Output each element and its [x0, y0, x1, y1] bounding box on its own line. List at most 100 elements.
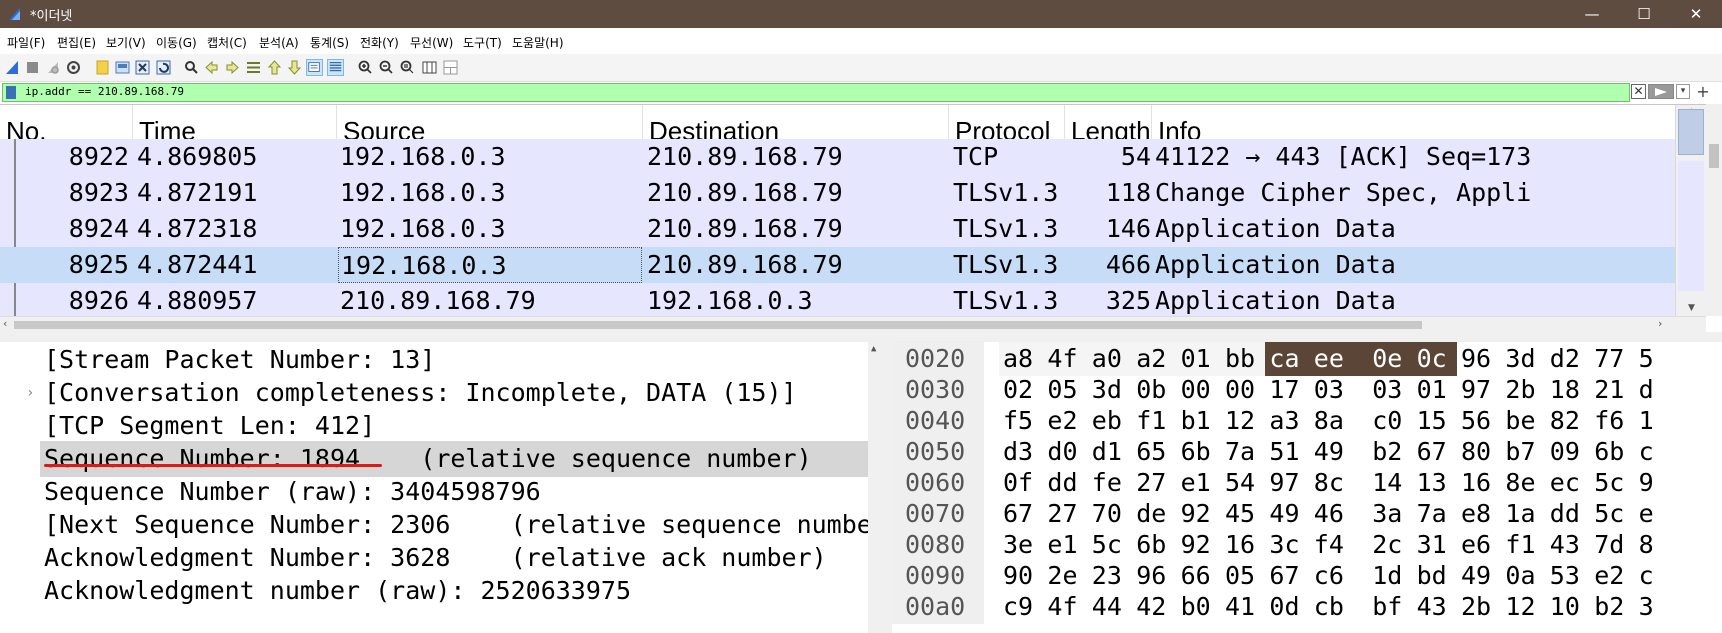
hex-row[interactable]: 0020 a8 4f a0 a2 01 bb ca ee 0e 0c 96 3d d2 77 5: [892, 342, 1722, 376]
packet-row-selected[interactable]: 8925 4.872441 192.168.0.3 210.89.168.79 …: [0, 247, 1675, 283]
menu-analyze[interactable]: 분석(A): [259, 34, 299, 51]
scrollbar-thumb[interactable]: [1678, 109, 1704, 155]
menu-help[interactable]: 도움말(H): [512, 34, 564, 51]
hex-byte[interactable]: 03: [1368, 373, 1412, 407]
hex-byte[interactable]: c: [1635, 435, 1679, 469]
hex-byte[interactable]: 92: [1177, 497, 1221, 531]
hex-byte[interactable]: dd: [1043, 466, 1087, 500]
display-filter-input[interactable]: ip.addr == 210.89.168.79: [2, 83, 1630, 102]
hex-byte[interactable]: 53: [1546, 559, 1590, 593]
hex-byte[interactable]: e6: [1457, 528, 1501, 562]
menu-edit[interactable]: 편집(E): [57, 34, 96, 51]
stop-icon[interactable]: [24, 59, 41, 76]
hex-byte[interactable]: 6b: [1177, 435, 1221, 469]
packet-row[interactable]: 8923 4.872191 192.168.0.3 210.89.168.79 …: [0, 175, 1675, 211]
hex-byte[interactable]: e: [1635, 497, 1679, 531]
detail-item[interactable]: Sequence Number (raw): 3404598796: [0, 474, 868, 510]
go-last-icon[interactable]: [286, 59, 303, 76]
hex-byte[interactable]: 0e: [1368, 342, 1413, 376]
hex-byte[interactable]: 7a: [1413, 497, 1457, 531]
hex-byte[interactable]: 66: [1177, 559, 1221, 593]
hex-byte[interactable]: d2: [1546, 342, 1590, 376]
hex-byte[interactable]: ca: [1265, 342, 1310, 376]
zoom-normal-icon[interactable]: [399, 59, 416, 76]
filter-history-chevron-down-icon[interactable]: ▾: [1676, 84, 1690, 99]
capture-options-icon[interactable]: [65, 59, 82, 76]
display-filter-text[interactable]: ip.addr == 210.89.168.79: [25, 85, 184, 98]
detail-item[interactable]: Acknowledgment number (raw): 2520633975: [0, 573, 868, 609]
hex-byte[interactable]: b0: [1177, 590, 1221, 624]
hex-byte[interactable]: bd: [1413, 559, 1457, 593]
pane-splitter[interactable]: [0, 332, 1722, 342]
hex-byte[interactable]: 01: [1176, 342, 1221, 376]
detail-item[interactable]: [TCP Segment Len: 412]: [0, 408, 868, 444]
hex-byte[interactable]: fe: [1088, 466, 1132, 500]
hex-byte[interactable]: 03: [1310, 373, 1354, 407]
hex-byte[interactable]: 05: [1221, 559, 1265, 593]
detail-item[interactable]: [Next Sequence Number: 2306 (relative se…: [0, 507, 868, 543]
hex-byte[interactable]: 3: [1635, 590, 1679, 624]
hex-byte[interactable]: 67: [1265, 559, 1309, 593]
hex-byte[interactable]: 96: [1457, 342, 1501, 376]
hex-byte[interactable]: bb: [1221, 342, 1266, 376]
hex-byte[interactable]: 97: [1457, 373, 1501, 407]
hex-byte[interactable]: 43: [1546, 528, 1590, 562]
hex-byte[interactable]: 00: [1221, 373, 1265, 407]
bookmark-icon[interactable]: [6, 86, 16, 99]
zoom-in-icon[interactable]: [357, 59, 374, 76]
packet-row[interactable]: 8926 4.880957 210.89.168.79 192.168.0.3 …: [0, 283, 1675, 316]
hex-byte[interactable]: 0f: [999, 466, 1043, 500]
hex-byte[interactable]: 01: [1413, 373, 1457, 407]
hex-byte[interactable]: 43: [1413, 590, 1457, 624]
hex-byte[interactable]: 49: [1457, 559, 1501, 593]
hex-byte[interactable]: 77: [1590, 342, 1634, 376]
hex-byte[interactable]: 31: [1413, 528, 1457, 562]
details-vertical-scrollbar[interactable]: ▲: [868, 342, 884, 633]
menu-view[interactable]: 보기(V): [106, 34, 146, 51]
minimize-button[interactable]: —: [1569, 0, 1615, 28]
hex-byte[interactable]: 56: [1457, 404, 1501, 438]
scrollbar-thumb[interactable]: [1709, 144, 1719, 168]
hex-byte[interactable]: 41: [1221, 590, 1265, 624]
hex-byte[interactable]: 12: [1221, 404, 1265, 438]
menu-tools[interactable]: 도구(T): [463, 34, 502, 51]
detail-item[interactable]: › [Conversation completeness: Incomplete…: [0, 375, 868, 411]
hex-byte[interactable]: 96: [1132, 559, 1176, 593]
hex-byte[interactable]: 23: [1088, 559, 1132, 593]
hex-byte[interactable]: 15: [1413, 404, 1457, 438]
hex-byte[interactable]: 3d: [1501, 342, 1545, 376]
close-file-icon[interactable]: [134, 59, 151, 76]
menu-file[interactable]: 파일(F): [7, 34, 45, 51]
hex-byte[interactable]: e1: [1043, 528, 1087, 562]
hex-byte[interactable]: 0c: [1412, 342, 1457, 376]
hex-byte[interactable]: 92: [1177, 528, 1221, 562]
hex-byte[interactable]: 49: [1310, 435, 1354, 469]
menu-statistics[interactable]: 통계(S): [310, 34, 349, 51]
hex-byte[interactable]: 6b: [1132, 528, 1176, 562]
hex-byte[interactable]: a8: [999, 342, 1044, 376]
menu-go[interactable]: 이동(G): [156, 34, 197, 51]
hex-byte[interactable]: 4f: [1043, 590, 1087, 624]
find-icon[interactable]: [183, 59, 200, 76]
add-filter-button[interactable]: +: [1693, 82, 1713, 102]
hex-row[interactable]: 0050 d3 d0 d1 65 6b 7a 51 49 b2 67 80 b7 09 6b c: [892, 435, 1722, 469]
hex-byte[interactable]: 27: [1132, 466, 1176, 500]
hex-byte[interactable]: de: [1132, 497, 1176, 531]
hex-byte[interactable]: 97: [1265, 466, 1309, 500]
hex-byte[interactable]: 1a: [1501, 497, 1545, 531]
hex-byte[interactable]: 8a: [1310, 404, 1354, 438]
hex-byte[interactable]: 0a: [1501, 559, 1545, 593]
menu-telephony[interactable]: 전화(Y): [360, 34, 399, 51]
scroll-down-icon[interactable]: ▼: [1688, 303, 1695, 313]
chevron-right-icon[interactable]: ›: [26, 375, 34, 411]
restart-icon[interactable]: [45, 59, 62, 76]
clear-filter-icon[interactable]: ✕: [1631, 84, 1646, 99]
hex-byte[interactable]: 0d: [1265, 590, 1309, 624]
scrollbar-thumb[interactable]: [14, 321, 1422, 329]
hex-byte[interactable]: d: [1635, 373, 1679, 407]
hex-byte[interactable]: e2: [1043, 404, 1087, 438]
detail-item-selected[interactable]: Sequence Number: 1894 (relative sequence…: [40, 441, 868, 477]
hex-row[interactable]: 0080 3e e1 5c 6b 92 16 3c f4 2c 31 e6 f1 43 7d 8: [892, 528, 1722, 562]
reload-icon[interactable]: [155, 59, 172, 76]
scroll-left-icon[interactable]: ‹: [3, 317, 7, 330]
